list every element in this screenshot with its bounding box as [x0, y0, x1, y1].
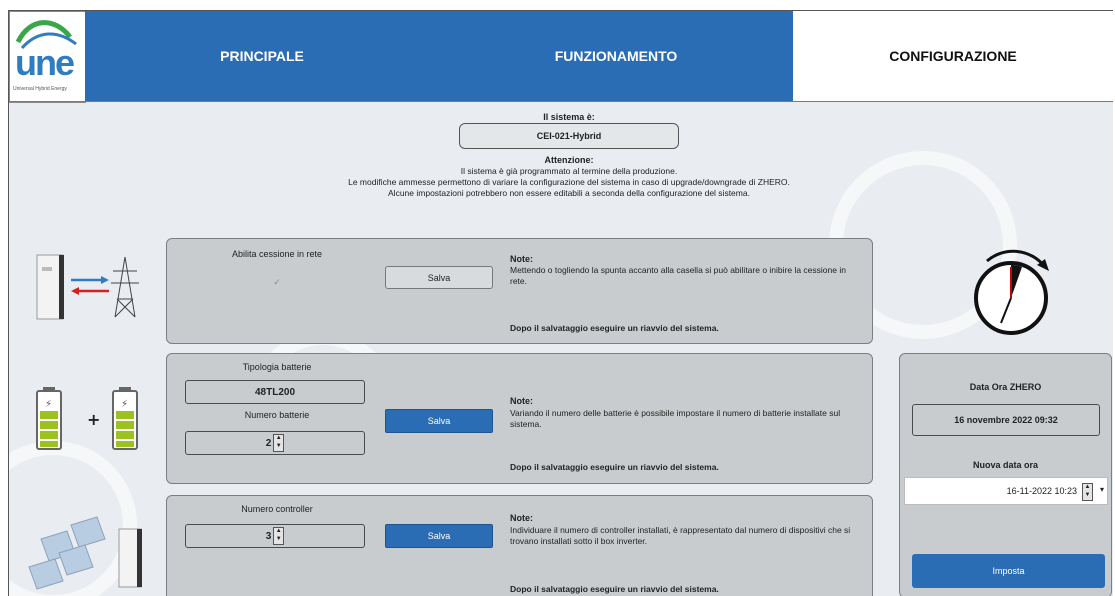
tab-configurazione[interactable]: CONFIGURAZIONE: [793, 11, 1113, 101]
warning-line: Alcune impostazioni potrebbero non esser…: [388, 188, 750, 198]
datetime-stepper-icon[interactable]: ▲ ▼: [1082, 483, 1093, 501]
note-text: Mettendo o togliendo la spunta accanto a…: [510, 265, 846, 286]
controller-panel: Numero controller 3 ▲ ▼ Salva Note: Indiv…: [166, 495, 873, 596]
save-button[interactable]: Salva: [385, 409, 493, 433]
note-footer: Dopo il salvataggio eseguire un riavvio …: [510, 323, 719, 333]
app-window: une Universal Hybrid Energy PRINCIPALE F…: [8, 10, 1113, 596]
controller-count-stepper[interactable]: 3 ▲ ▼: [185, 524, 365, 548]
tab-principale[interactable]: PRINCIPALE: [85, 11, 439, 101]
battery-type-field: 48TL200: [185, 380, 365, 404]
warning-line: Il sistema è già programmato al termine …: [460, 166, 678, 176]
note-footer: Dopo il salvataggio eseguire un riavvio …: [510, 584, 719, 594]
warning-title: Attenzione:: [544, 155, 594, 165]
chevron-down-icon[interactable]: ▾: [1100, 485, 1104, 494]
new-datetime-value: 16-11-2022 10:23: [1006, 486, 1077, 496]
note-title: Note:: [510, 254, 533, 264]
new-datetime-label: Nuova data ora: [972, 460, 1039, 470]
solar-panel-icon: [28, 516, 142, 590]
logo-subtitle: Universal Hybrid Energy: [13, 86, 67, 92]
grid-feed-checkbox[interactable]: ✓: [187, 277, 367, 288]
battery-count-label: Numero batterie: [244, 410, 310, 420]
new-datetime-input[interactable]: 16-11-2022 10:23 ▲ ▼ ▾: [904, 477, 1108, 505]
note-title: Note:: [510, 513, 533, 523]
note-title: Note:: [510, 396, 533, 406]
top-navigation: une Universal Hybrid Energy PRINCIPALE F…: [9, 11, 1113, 111]
logo-text: une: [15, 42, 75, 83]
svg-text:+: +: [87, 410, 100, 429]
warning-line: Le modifiche ammesse permettono di varia…: [348, 177, 790, 187]
grid-feed-label: Abilita cessione in rete: [231, 249, 323, 259]
battery-count-stepper[interactable]: 2 ▲ ▼: [185, 431, 365, 455]
system-type-field: CEI-021-Hybrid: [459, 123, 679, 149]
note-text: Individuare il numero di controller inst…: [510, 525, 851, 546]
controller-count-value: 3: [265, 530, 272, 542]
svg-text:⚡: ⚡: [45, 399, 52, 410]
inverter-grid-icon: [36, 254, 139, 320]
tab-funzionamento[interactable]: FUNZIONAMENTO: [439, 11, 793, 101]
set-datetime-button[interactable]: Imposta: [912, 554, 1105, 588]
header-divider: [9, 101, 1113, 102]
current-datetime-field: 16 novembre 2022 09:32: [912, 404, 1100, 436]
battery-count-value: 2: [265, 437, 272, 449]
svg-text:⚡: ⚡: [121, 399, 128, 410]
datetime-panel: Data Ora ZHERO 16 novembre 2022 09:32 Nu…: [899, 353, 1112, 596]
note-footer: Dopo il salvataggio eseguire un riavvio …: [510, 462, 719, 472]
battery-type-label: Tipologia batterie: [242, 362, 312, 372]
grid-feed-panel: Abilita cessione in rete ✓ Salva Note: M…: [166, 238, 873, 344]
save-button[interactable]: Salva: [385, 524, 493, 548]
save-button[interactable]: Salva: [385, 266, 493, 289]
stepper-arrows-icon[interactable]: ▲ ▼: [273, 434, 285, 452]
controller-count-label: Numero controller: [241, 504, 313, 514]
current-datetime-label: Data Ora ZHERO: [969, 382, 1042, 392]
logo: une Universal Hybrid Energy: [9, 11, 86, 103]
stopwatch-icon: [974, 249, 1049, 335]
stepper-arrows-icon[interactable]: ▲ ▼: [273, 527, 285, 545]
system-heading: Il sistema è:: [543, 112, 595, 122]
note-text: Variando il numero delle batterie è poss…: [510, 408, 841, 429]
battery-icon: ⚡ + ⚡: [36, 387, 138, 450]
battery-panel: Tipologia batterie 48TL200 Numero batter…: [166, 353, 873, 484]
